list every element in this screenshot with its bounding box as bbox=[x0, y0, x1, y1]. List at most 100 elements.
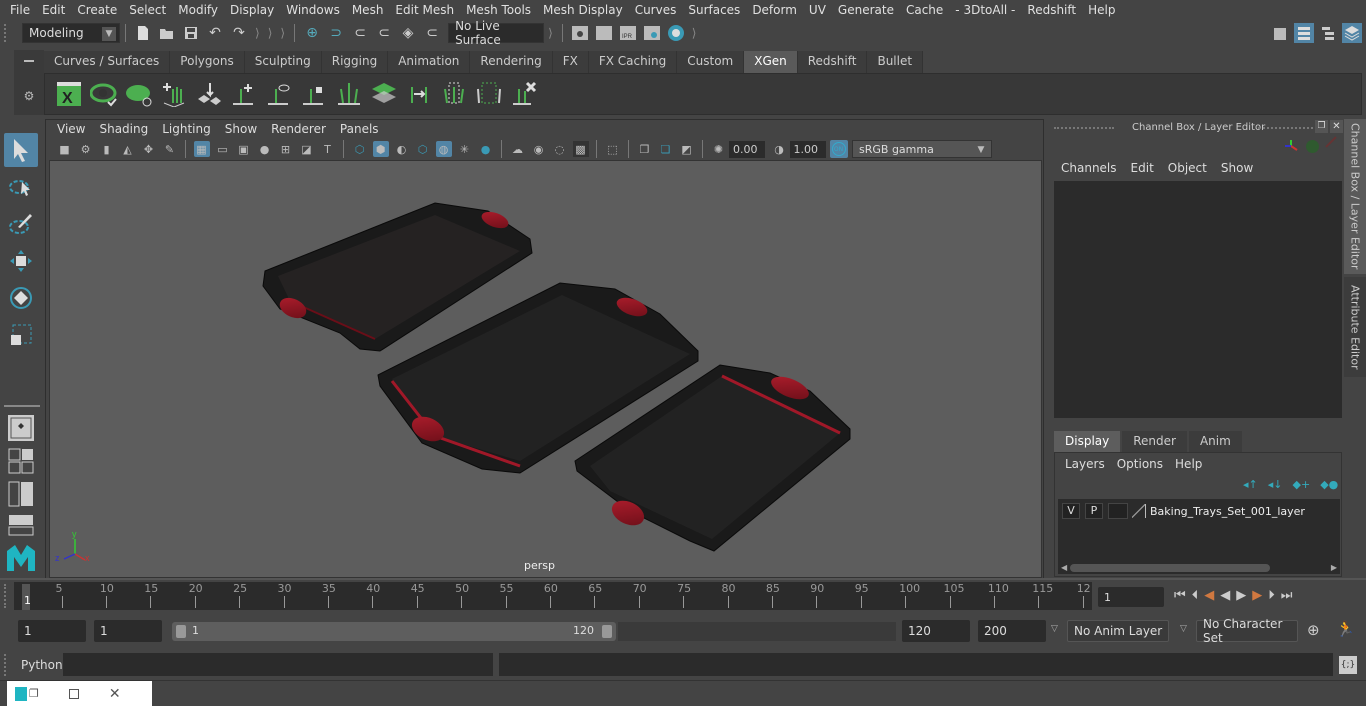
menu-mesh-tools[interactable]: Mesh Tools bbox=[460, 3, 537, 17]
tab-curves-surfaces[interactable]: Curves / Surfaces bbox=[44, 51, 171, 73]
tab-redshift[interactable]: Redshift bbox=[797, 51, 868, 73]
outliner-persp-layout-icon[interactable] bbox=[4, 479, 38, 509]
gear-icon[interactable]: ⚙ bbox=[23, 90, 35, 102]
channel-list[interactable] bbox=[1054, 181, 1342, 418]
snap-magnet-icon[interactable]: ⊂ bbox=[422, 23, 442, 43]
textured-icon[interactable]: ◍ bbox=[435, 141, 452, 157]
gamma-icon[interactable]: ◑ bbox=[771, 141, 787, 157]
step-forward-key-icon[interactable]: ▶ bbox=[1252, 588, 1262, 603]
lock-guide-icon[interactable] bbox=[300, 79, 328, 109]
layer-visibility-toggle[interactable]: V bbox=[1062, 503, 1080, 519]
film-gate-icon[interactable]: ▭ bbox=[215, 141, 231, 157]
step-forward-frame-icon[interactable]: ⏵ bbox=[1268, 588, 1275, 603]
default-material-icon[interactable]: ◐ bbox=[394, 141, 410, 157]
script-editor-icon[interactable]: {;} bbox=[1339, 656, 1357, 674]
step-back-key-icon[interactable]: ◀ bbox=[1204, 588, 1214, 603]
resolution-gate-icon[interactable]: ▣ bbox=[236, 141, 252, 157]
xgen-preview-visible-icon[interactable] bbox=[89, 79, 118, 109]
new-layer-from-selected-icon[interactable]: ◆● bbox=[1320, 478, 1338, 491]
viewport-menu-view[interactable]: View bbox=[50, 122, 92, 136]
viewport-menu-show[interactable]: Show bbox=[218, 122, 264, 136]
depth-of-field-icon[interactable]: ▩ bbox=[572, 141, 589, 157]
shadows-icon[interactable]: ● bbox=[478, 141, 494, 157]
menu-mesh[interactable]: Mesh bbox=[346, 3, 390, 17]
chevron-down-icon[interactable]: ▽ bbox=[1180, 624, 1187, 634]
new-scene-icon[interactable] bbox=[133, 23, 153, 43]
go-to-end-icon[interactable]: ⏭ bbox=[1281, 588, 1293, 603]
image-plane-icon[interactable]: ◭ bbox=[120, 141, 136, 157]
ipr-render-icon[interactable]: IPR bbox=[618, 23, 638, 43]
menu-redshift[interactable]: Redshift bbox=[1021, 3, 1082, 17]
menu-edit-mesh[interactable]: Edit Mesh bbox=[389, 3, 460, 17]
render-settings-icon[interactable] bbox=[642, 23, 662, 43]
four-view-layout-icon[interactable] bbox=[4, 446, 38, 476]
safe-action-icon[interactable]: ◪ bbox=[299, 141, 315, 157]
redo-icon[interactable]: ↷ bbox=[229, 23, 249, 43]
scale-tool-icon[interactable] bbox=[4, 318, 38, 352]
playback-end-field[interactable]: 120 bbox=[902, 620, 970, 642]
viewport-menu-shading[interactable]: Shading bbox=[92, 122, 155, 136]
tab-sculpting[interactable]: Sculpting bbox=[244, 51, 322, 73]
xray-active-components-icon[interactable]: ❏ bbox=[658, 141, 674, 157]
chevron-down-icon[interactable]: ▽ bbox=[1051, 624, 1058, 634]
grip-handle[interactable] bbox=[4, 584, 10, 608]
menu-curves[interactable]: Curves bbox=[629, 3, 683, 17]
select-tool-icon[interactable] bbox=[4, 133, 38, 167]
move-layer-down-icon[interactable]: ◂↓ bbox=[1268, 478, 1283, 491]
menu-help[interactable]: Help bbox=[1082, 3, 1121, 17]
layer-name[interactable]: Baking_Trays_Set_001_layer bbox=[1150, 505, 1305, 518]
smooth-shade-icon[interactable]: ⬢ bbox=[372, 141, 389, 157]
range-end-handle[interactable] bbox=[602, 625, 612, 638]
scroll-right-icon[interactable]: ▶ bbox=[1331, 563, 1337, 572]
wireframe-icon[interactable]: ⬡ bbox=[352, 141, 368, 157]
bend-guides-icon[interactable] bbox=[405, 79, 433, 109]
menu-generate[interactable]: Generate bbox=[832, 3, 900, 17]
tab-render[interactable]: Render bbox=[1122, 431, 1187, 452]
attribute-editor-toggle-icon[interactable] bbox=[1294, 23, 1314, 43]
menu-mesh-display[interactable]: Mesh Display bbox=[537, 3, 629, 17]
maximize-icon[interactable] bbox=[68, 688, 79, 699]
tab-custom[interactable]: Custom bbox=[677, 51, 745, 73]
single-perspective-layout-icon[interactable] bbox=[4, 413, 38, 443]
move-layer-up-icon[interactable]: ◂↑ bbox=[1243, 478, 1258, 491]
sync-icon[interactable] bbox=[1306, 140, 1319, 153]
menu-file[interactable]: File bbox=[4, 3, 36, 17]
color-management-toggle[interactable]: ON bbox=[829, 140, 848, 158]
range-slider[interactable]: 1 120 bbox=[172, 622, 616, 641]
snap-point-icon[interactable]: ⊂ bbox=[350, 23, 370, 43]
render-frame-icon[interactable] bbox=[594, 23, 614, 43]
bookmark-icon[interactable]: ▮ bbox=[99, 141, 115, 157]
xgen-scalp-icon[interactable] bbox=[370, 79, 398, 109]
new-layer-icon[interactable]: ◆+ bbox=[1293, 478, 1311, 491]
snap-grid-icon[interactable]: ⊕ bbox=[302, 23, 322, 43]
hypershade-icon[interactable] bbox=[666, 23, 686, 43]
command-input[interactable] bbox=[63, 653, 493, 676]
menu-edit[interactable]: Edit bbox=[36, 3, 71, 17]
layer-horizontal-scrollbar[interactable]: ◀ ▶ bbox=[1058, 561, 1340, 574]
scroll-left-icon[interactable]: ◀ bbox=[1061, 563, 1067, 572]
xray-icon[interactable]: ❐ bbox=[637, 141, 653, 157]
xgen-editor-icon[interactable]: X bbox=[55, 79, 83, 109]
tab-anim[interactable]: Anim bbox=[1188, 431, 1242, 452]
grease-pencil-icon[interactable]: ✎ bbox=[162, 141, 178, 157]
channel-box-toggle-icon[interactable] bbox=[1342, 23, 1362, 43]
animation-start-field[interactable]: 1 bbox=[18, 620, 86, 642]
render-view-icon[interactable] bbox=[570, 23, 590, 43]
wireframe-on-shaded-icon[interactable]: ⬡ bbox=[415, 141, 431, 157]
auto-key-icon[interactable]: ⊕ bbox=[1307, 621, 1320, 639]
paint-select-icon[interactable] bbox=[4, 207, 38, 241]
play-forwards-icon[interactable]: ▶ bbox=[1236, 588, 1246, 603]
play-backwards-icon[interactable]: ◀ bbox=[1220, 588, 1230, 603]
live-surface-field[interactable]: No Live Surface bbox=[448, 19, 545, 47]
exposure-icon[interactable]: ✺ bbox=[711, 141, 727, 157]
layers-menu[interactable]: Layers bbox=[1059, 457, 1111, 471]
viewport-menu-lighting[interactable]: Lighting bbox=[155, 122, 218, 136]
modeling-toolkit-icon[interactable] bbox=[1270, 23, 1290, 43]
playback-start-field[interactable]: 1 bbox=[94, 620, 162, 642]
script-language-toggle[interactable]: Python bbox=[21, 658, 63, 672]
step-back-frame-icon[interactable]: ⏴ bbox=[1192, 588, 1199, 603]
close-icon[interactable]: ✕ bbox=[1330, 120, 1343, 133]
close-icon[interactable]: ✕ bbox=[109, 686, 121, 702]
layer-playback-toggle[interactable]: P bbox=[1085, 503, 1103, 519]
layer-type-toggle[interactable] bbox=[1108, 503, 1128, 519]
